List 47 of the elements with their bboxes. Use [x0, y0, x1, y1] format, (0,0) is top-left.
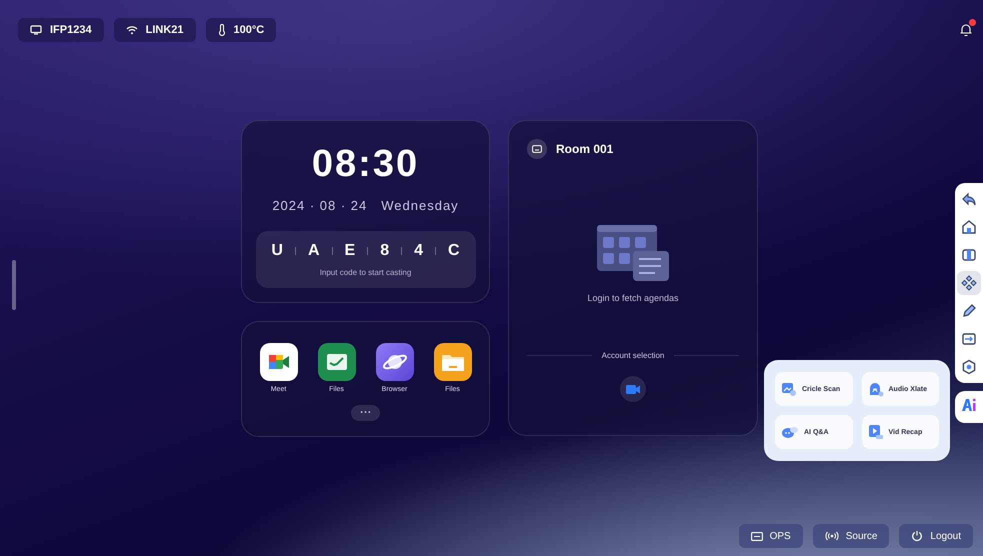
room-name: Room 001	[556, 142, 614, 156]
clock-time: 08:30	[312, 143, 420, 186]
thermometer-icon	[218, 24, 226, 36]
audio-wave-icon	[868, 381, 884, 397]
image-scan-icon	[781, 381, 797, 397]
chat-bubble-icon	[781, 425, 799, 439]
chart-app-icon[interactable]	[318, 343, 356, 381]
planet-app-icon[interactable]	[376, 343, 414, 381]
date-text: 2024 · 08 · 24	[272, 198, 368, 213]
weekday-text: Wednesday	[381, 198, 459, 213]
ai-logo-icon	[961, 397, 977, 413]
wifi-icon	[126, 25, 138, 35]
broadcast-icon	[824, 531, 839, 541]
calendar-agenda-drawing	[597, 225, 669, 281]
cast-hint: Input code to start casting	[320, 268, 412, 277]
screen-icon	[527, 139, 547, 159]
ops-device-icon	[750, 532, 763, 540]
code-character: 4	[414, 242, 424, 260]
status-label: LINK21	[146, 24, 184, 36]
empty-agenda-message: Login to fetch agendas	[587, 293, 679, 303]
video-camera-app-icon[interactable]	[260, 343, 298, 381]
code-character: U	[271, 242, 283, 260]
status-label: IFP1234	[50, 24, 92, 36]
back-arrow-icon	[961, 191, 977, 207]
play-video-icon	[868, 424, 884, 440]
code-character: A	[308, 242, 320, 260]
power-icon	[911, 530, 924, 542]
folder-app-icon[interactable]	[434, 343, 472, 381]
footer-button[interactable]: Source	[812, 524, 890, 548]
toolbar-button[interactable]	[957, 271, 981, 295]
footer-button[interactable]: Logout	[899, 524, 973, 548]
video-camera-button[interactable]	[620, 376, 646, 402]
side-drawer-handle[interactable]	[12, 260, 16, 310]
code-character: C	[448, 242, 460, 260]
ai-assistant-button[interactable]	[955, 391, 983, 423]
columns-icon	[961, 247, 977, 263]
code-character: 8	[380, 242, 390, 260]
home-icon	[961, 219, 977, 235]
monitor-icon	[30, 25, 42, 35]
status-label: 100°C	[234, 24, 264, 36]
account-selection-label: Account selection	[602, 351, 664, 360]
diamond-cluster-icon	[961, 275, 977, 291]
code-character: E	[344, 242, 356, 260]
settings-icon	[961, 359, 977, 375]
video-camera-icon	[626, 384, 640, 394]
pencil-icon	[961, 303, 977, 319]
footer-button[interactable]: OPS	[738, 524, 803, 548]
